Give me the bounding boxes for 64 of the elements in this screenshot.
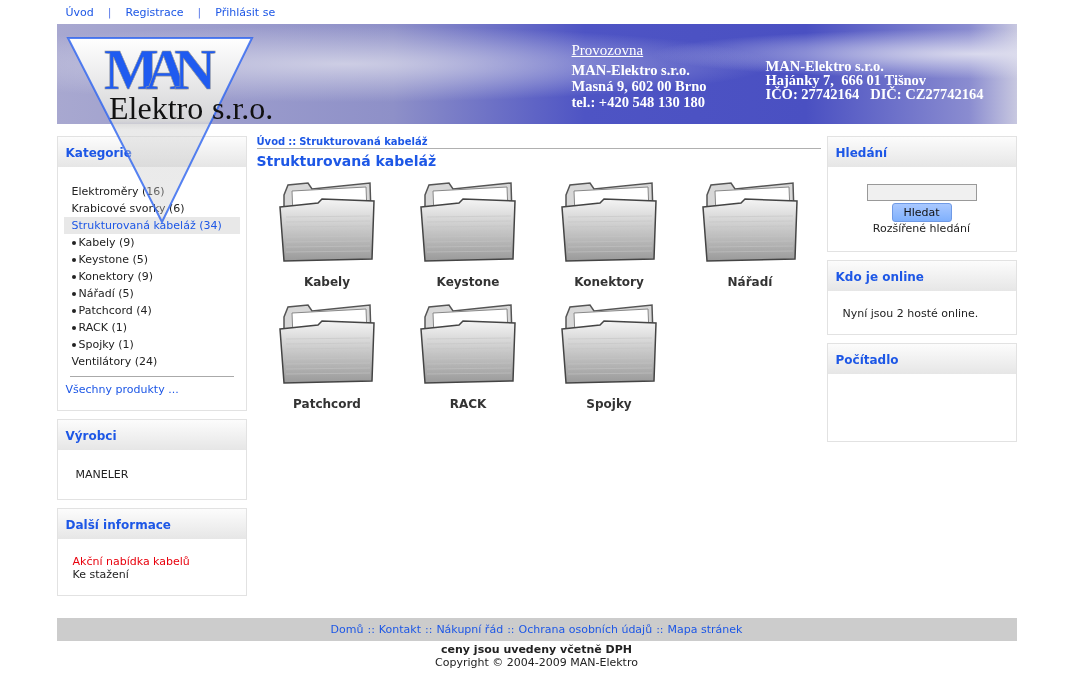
footer-separator: :: xyxy=(424,623,433,636)
address-line: Masná 9, 602 00 Brno xyxy=(571,78,707,94)
branch-heading: Provozovna xyxy=(571,42,645,58)
copyright-text: Copyright © 2004-2009 MAN-Elektro xyxy=(435,656,638,669)
category-link[interactable]: Ventilátory (24) xyxy=(63,353,240,370)
page-title: Strukturovaná kabeláž xyxy=(256,153,438,169)
footer-separator: :: xyxy=(507,623,515,636)
subcategory-link[interactable]: Patchcord (4) xyxy=(78,302,152,319)
footer-link[interactable]: Domů xyxy=(330,623,364,636)
search-button[interactable]: Hledat xyxy=(891,203,952,222)
subcategory-link[interactable]: RACK (1) xyxy=(78,319,127,336)
subcategory-link[interactable]: Nářadí (5) xyxy=(78,285,134,302)
breadcrumb-link[interactable]: Strukturovaná kabeláž xyxy=(299,136,428,147)
category-link[interactable]: Strukturovaná kabeláž (34) xyxy=(63,217,240,234)
footer-separator: :: xyxy=(656,623,664,636)
bullet-icon xyxy=(71,308,76,313)
subcategory-link[interactable]: Spojky (1) xyxy=(78,336,134,353)
address-line: Hajánky 7, 666 01 Tišnov xyxy=(765,73,928,87)
nav-link[interactable]: Úvod xyxy=(65,5,94,19)
subcategory-title[interactable]: Patchcord xyxy=(293,397,361,411)
subcategory-link[interactable]: Keystone (5) xyxy=(78,251,149,268)
footer-link[interactable]: Nákupní řád xyxy=(436,623,504,636)
nav-separator: | xyxy=(107,5,112,19)
box-title: Kdo je online xyxy=(827,261,1016,291)
info-link[interactable]: Akční nabídka kabelů xyxy=(72,555,231,568)
price-note: ceny jsou uvedeny včetně DPH xyxy=(440,643,633,656)
footer-link[interactable]: Mapa stránek xyxy=(667,623,743,636)
nav-link[interactable]: Registrace xyxy=(125,5,184,19)
box-title: Další informace xyxy=(57,509,246,539)
bullet-icon xyxy=(71,257,76,262)
subcategory-title[interactable]: Konektory xyxy=(574,275,644,289)
bullet-icon xyxy=(71,325,76,330)
logo-text: s.r.o. xyxy=(211,90,273,126)
footer-separator: :: xyxy=(367,623,375,636)
all-products-link[interactable]: Všechny produkty ... xyxy=(63,383,179,396)
address-line: IČO: 27742164 DIČ: CZ27742164 xyxy=(765,87,984,101)
bullet-icon xyxy=(71,291,76,296)
advanced-search-link[interactable]: Rozšířené hledání xyxy=(872,222,971,235)
breadcrumb-separator: :: xyxy=(288,136,297,147)
nav-separator: | xyxy=(197,5,202,19)
address-line: MAN-Elektro s.r.o. xyxy=(571,62,691,78)
bullet-icon xyxy=(71,342,76,347)
bullet-icon xyxy=(71,274,76,279)
address-line: MAN-Elektro s.r.o. xyxy=(765,59,885,73)
subcategory-title[interactable]: Kabely xyxy=(303,275,351,289)
subcategory-title[interactable]: Spojky xyxy=(586,397,632,411)
box-title: Počítadlo xyxy=(827,344,1016,374)
online-text: Nyní jsou 2 hosté online. xyxy=(842,307,979,320)
subcategory-title[interactable]: Nářadí xyxy=(727,275,773,289)
nav-link[interactable]: Přihlásit se xyxy=(215,5,276,19)
bullet-icon xyxy=(71,240,76,245)
manufacturer-link[interactable]: MANELER xyxy=(75,468,228,481)
box-title: Výrobci xyxy=(57,420,246,450)
breadcrumb-link[interactable]: Úvod xyxy=(256,136,286,147)
footer-link[interactable]: Kontakt xyxy=(378,623,421,636)
box-title: Hledání xyxy=(827,137,1016,167)
info-link[interactable]: Ke stažení xyxy=(72,568,231,581)
subcategory-title[interactable]: Keystone xyxy=(436,275,500,289)
search-field[interactable] xyxy=(866,184,977,201)
address-line: tel.: +420 548 130 180 xyxy=(571,94,706,110)
footer-link[interactable]: Ochrana osobních údajů xyxy=(518,623,653,636)
subcategory-title[interactable]: RACK xyxy=(449,397,487,411)
subcategory-link[interactable]: Kabely (9) xyxy=(78,234,135,251)
subcategory-link[interactable]: Konektory (9) xyxy=(78,268,154,285)
